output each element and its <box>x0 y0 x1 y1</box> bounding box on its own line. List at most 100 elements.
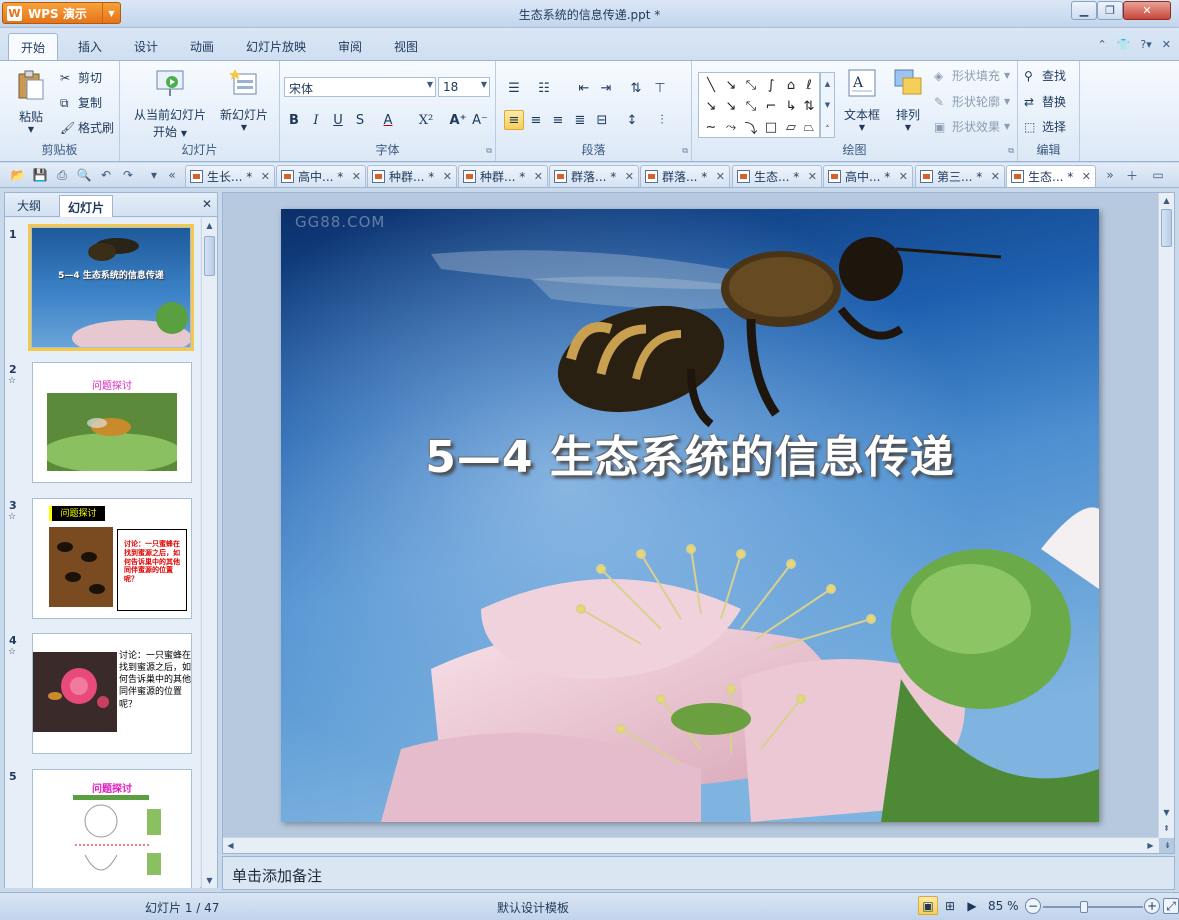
freeform-shape-icon[interactable]: ⌂ <box>781 75 801 95</box>
slide-horizontal-scrollbar[interactable]: ◀ ▶ <box>223 837 1159 853</box>
minimize-button[interactable]: ▁ <box>1071 1 1097 20</box>
scrollbar-thumb[interactable] <box>1161 209 1172 247</box>
zoom-in-icon[interactable]: + <box>1144 898 1160 914</box>
scribble-shape-icon[interactable]: ℓ <box>799 75 819 95</box>
redo-icon[interactable]: ↷ <box>120 167 136 183</box>
font-color-button[interactable]: A <box>378 110 398 130</box>
fit-to-window-icon[interactable]: ⤢ <box>1163 898 1179 914</box>
dialog-launcher-icon[interactable]: ⧉ <box>1008 146 1014 156</box>
notes-pane[interactable]: 单击添加备注 <box>222 856 1175 890</box>
slide-thumbnail-4[interactable]: 讨论：一只蜜蜂在找到蜜源之后，如何告诉巢中的其他同伴蜜源的位置呢？ <box>32 633 192 754</box>
zoom-out-icon[interactable]: − <box>1025 898 1041 914</box>
close-icon[interactable]: ✕ <box>716 170 725 183</box>
thumbnail-scrollbar[interactable]: ▲ ▼ <box>201 218 217 888</box>
new-slide-button[interactable]: 新幻灯片 ▼ <box>216 67 272 132</box>
slide-thumbnail-3[interactable]: 问题探讨 讨论：一只蜜蜂在找到蜜源之后，如何告诉巢中的其他同伴蜜源的位置呢？ <box>32 498 192 619</box>
justify-button[interactable]: ≣ <box>570 110 590 130</box>
document-tab[interactable]: 群落... * ✕ <box>640 165 730 187</box>
align-text-button[interactable]: ⊤ <box>650 78 670 98</box>
shape-fill-button[interactable]: ◈ 形状填充 ▼ <box>934 67 1010 84</box>
parallelogram-shape-icon[interactable]: ▱ <box>781 117 801 137</box>
arrow-shape-icon[interactable]: ↘ <box>721 96 741 116</box>
scroll-tabs-left-icon[interactable]: « <box>164 167 180 183</box>
scrollbar-thumb[interactable] <box>204 236 215 276</box>
bullets-button[interactable]: ☰ <box>504 78 524 98</box>
italic-button[interactable]: I <box>306 110 326 130</box>
elbow-double-arrow-icon[interactable]: ⇅ <box>799 96 819 116</box>
close-icon[interactable]: ✕ <box>991 170 1000 183</box>
close-icon[interactable]: ✕ <box>1082 170 1091 183</box>
columns-button[interactable]: ⫶ <box>652 110 672 130</box>
text-direction-button[interactable]: ⇅ <box>626 78 646 98</box>
close-icon[interactable]: ✕ <box>808 170 817 183</box>
increase-indent-button[interactable]: ⇥ <box>596 78 616 98</box>
copy-button[interactable]: ⧉ 复制 <box>60 94 102 111</box>
document-tab[interactable]: 生态... * ✕ <box>1006 165 1096 187</box>
close-icon[interactable]: ✕ <box>202 197 212 211</box>
tab-insert[interactable]: 插入 <box>78 38 102 55</box>
align-center-button[interactable]: ≡ <box>526 110 546 130</box>
shapes-gallery[interactable]: ╲ ↘ ⤡ ∫ ⌂ ℓ ↘ ↘ ⤡ ⌐ ↳ ⇅ ∼ ⤳ ⤵ □ ▱ ⏢ <box>698 72 820 138</box>
print-icon[interactable]: ⎙ <box>54 167 70 183</box>
line-shape-icon[interactable]: ╲ <box>701 75 721 95</box>
help-icon[interactable]: ?▾ <box>1140 38 1151 51</box>
scroll-up-icon[interactable]: ▲ <box>1159 193 1174 208</box>
double-arrow-shape-icon[interactable]: ⤡ <box>741 96 761 116</box>
slide-sorter-view-icon[interactable]: ⊞ <box>940 896 960 915</box>
current-slide[interactable]: GG88.COM 5—4 生态系统的信息传递 <box>281 209 1099 822</box>
cut-button[interactable]: ✂ 剪切 <box>60 69 102 86</box>
slide-vertical-scrollbar[interactable]: ▲ ▼ ⇞ <box>1158 193 1174 838</box>
collapse-ribbon-icon[interactable]: ⌃ <box>1097 38 1106 51</box>
line-spacing-button[interactable]: ↕ <box>622 110 642 130</box>
slide-thumbnail-5[interactable]: 问题探讨 <box>32 769 192 888</box>
document-tab[interactable]: 种群... * ✕ <box>367 165 457 187</box>
tab-view[interactable]: 视图 <box>394 38 418 55</box>
curved-connector-icon[interactable]: ∼ <box>701 117 721 137</box>
shrink-font-button[interactable]: A⁻ <box>470 110 490 130</box>
scroll-up-icon[interactable]: ▲ <box>202 218 217 233</box>
arrange-button[interactable]: 排列 ▼ <box>888 67 928 132</box>
close-icon[interactable]: ✕ <box>625 170 634 183</box>
elbow-arrow-icon[interactable]: ↳ <box>781 96 801 116</box>
tab-list-icon[interactable]: ▭ <box>1150 167 1166 183</box>
document-tab[interactable]: 第三... * ✕ <box>915 165 1005 187</box>
tab-animation[interactable]: 动画 <box>190 38 214 55</box>
print-preview-icon[interactable]: 🔍 <box>76 167 92 183</box>
close-ribbon-icon[interactable]: ✕ <box>1162 38 1171 51</box>
slide-title[interactable]: 5—4 生态系统的信息传递 <box>281 421 1099 485</box>
play-from-current-button[interactable]: 从当前幻灯片 开始 ▼ <box>126 67 214 140</box>
paste-button[interactable]: 粘贴 ▼ <box>10 69 52 134</box>
document-tab[interactable]: 生态... * ✕ <box>732 165 822 187</box>
slide-thumbnail-1[interactable]: 5—4 生态系统的信息传递 <box>28 224 194 351</box>
close-button[interactable]: ✕ <box>1123 1 1171 20</box>
scroll-right-icon[interactable]: ▶ <box>1143 838 1158 853</box>
close-icon[interactable]: ✕ <box>261 170 270 183</box>
scroll-down-icon[interactable]: ▼ <box>1159 805 1174 820</box>
tab-slides[interactable]: 幻灯片 <box>59 195 114 217</box>
font-name-combo[interactable]: 宋体 ▼ <box>284 77 436 97</box>
textbox-button[interactable]: A 文本框 ▼ <box>840 67 884 132</box>
replace-button[interactable]: ⇄ 替换 <box>1024 93 1066 110</box>
close-icon[interactable]: ✕ <box>899 170 908 183</box>
skin-icon[interactable]: 👕 <box>1117 38 1131 51</box>
grow-font-button[interactable]: A⁺ <box>448 110 468 130</box>
new-tab-icon[interactable]: ＋ <box>1124 167 1140 183</box>
document-tab[interactable]: 种群... * ✕ <box>458 165 548 187</box>
document-tab[interactable]: 高中... * ✕ <box>276 165 366 187</box>
shape-outline-button[interactable]: ✎ 形状轮廓 ▼ <box>934 93 1010 110</box>
tab-review[interactable]: 审阅 <box>338 38 362 55</box>
zoom-slider[interactable] <box>1043 901 1143 913</box>
curved-arrow-icon[interactable]: ⤳ <box>721 117 741 137</box>
format-painter-button[interactable]: 🖌 格式刷 <box>60 119 114 136</box>
customize-toolbar-icon[interactable]: ▾ <box>146 167 162 183</box>
dialog-launcher-icon[interactable]: ⧉ <box>486 146 492 156</box>
select-button[interactable]: ⬚ 选择 <box>1024 118 1066 135</box>
dialog-launcher-icon[interactable]: ⧉ <box>682 146 688 156</box>
close-icon[interactable]: ✕ <box>352 170 361 183</box>
underline-button[interactable]: U <box>328 110 348 130</box>
shape-effects-button[interactable]: ▣ 形状效果 ▼ <box>934 118 1010 135</box>
close-icon[interactable]: ✕ <box>534 170 543 183</box>
curve-shape-icon[interactable]: ∫ <box>761 75 781 95</box>
tab-design[interactable]: 设计 <box>134 38 158 55</box>
zoom-level[interactable]: 85 % <box>988 899 1019 913</box>
